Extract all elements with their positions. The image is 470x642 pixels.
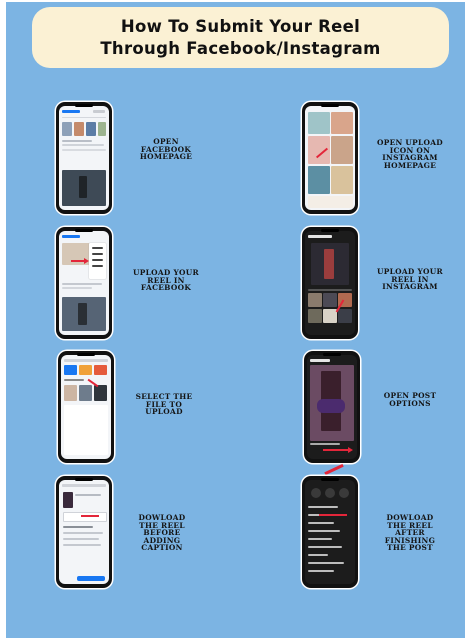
phone-screen xyxy=(59,106,109,210)
phone-screen xyxy=(305,231,355,335)
phone-screen xyxy=(59,480,109,584)
phone-screen xyxy=(305,106,355,210)
step-label-upload-instagram: UPLOAD YOUR REEL IN INSTAGRAM xyxy=(377,267,443,292)
step-label-upload-facebook: UPLOAD YOUR REEL IN FACEBOOK xyxy=(133,268,199,293)
title-banner: How To Submit Your Reel Through Facebook… xyxy=(32,7,449,68)
step-label-open-upload-instagram: OPEN UPLOAD ICON ON INSTAGRAM HOMEPAGE xyxy=(376,138,444,170)
phone-screen xyxy=(59,231,109,335)
step-label-select-file: SELECT THE FILE TO UPLOAD xyxy=(135,392,193,417)
phone-instagram-upload xyxy=(302,227,358,339)
title-line-1: How To Submit Your Reel xyxy=(120,17,361,36)
step-label-open-facebook: OPEN FACEBOOK HOMEPAGE xyxy=(139,137,193,162)
phone-facebook-homepage xyxy=(56,102,112,214)
step-label-download-after-post: DOWLOAD THE REEL AFTER FINISHING THE POS… xyxy=(384,513,436,553)
step-label-download-before-caption: DOWLOAD THE REEL BEFORE ADDING CAPTION xyxy=(138,513,186,553)
phone-instagram-homepage xyxy=(302,102,358,214)
phone-facebook-upload xyxy=(56,227,112,339)
phone-screen xyxy=(307,355,357,459)
phone-facebook-download xyxy=(56,476,112,588)
connector-arrow xyxy=(324,463,344,476)
title-line-2: Through Facebook/Instagram xyxy=(100,39,381,58)
infographic-poster: How To Submit Your Reel Through Facebook… xyxy=(6,2,465,638)
phone-screen xyxy=(61,355,111,459)
phone-screen xyxy=(305,480,355,584)
phone-instagram-download xyxy=(302,476,358,588)
step-label-open-post-options: OPEN POST OPTIONS xyxy=(383,391,437,408)
phone-instagram-post-options xyxy=(304,351,360,463)
phone-facebook-select-file xyxy=(58,351,114,463)
